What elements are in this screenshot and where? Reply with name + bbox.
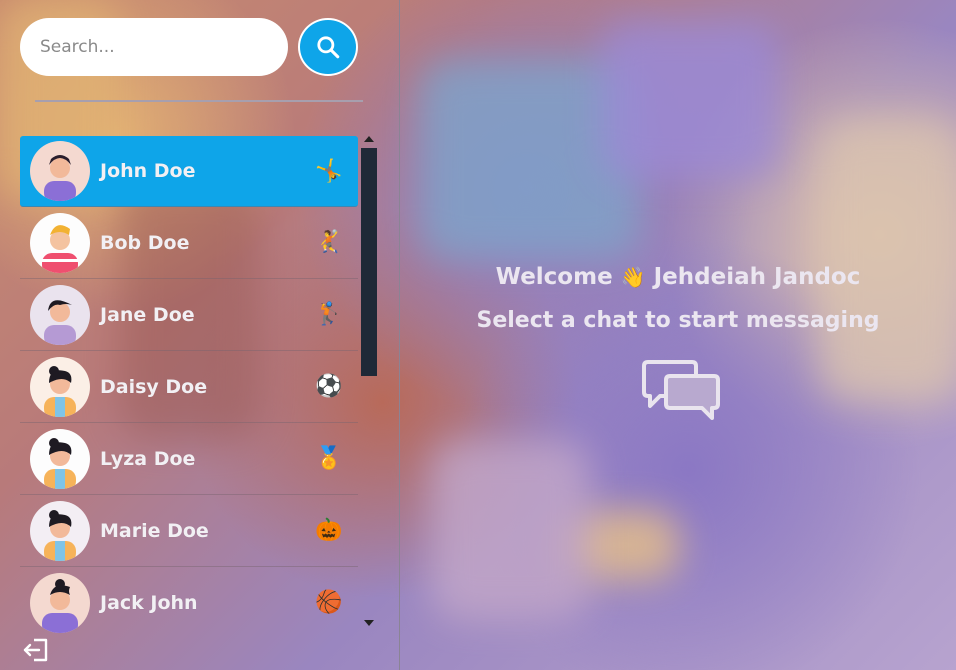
contact-name: Bob Doe xyxy=(100,231,190,254)
welcome-user-name: Jehdeiah Jandoc xyxy=(653,264,861,290)
scroll-down-arrow[interactable] xyxy=(364,620,374,626)
contact-name: Marie Doe xyxy=(100,519,209,542)
contact-list: John Doe 🤸 Bob Doe 🤾 Jane Doe 🏌 Daisy Do… xyxy=(20,136,358,636)
sidebar: John Doe 🤸 Bob Doe 🤾 xyxy=(0,0,399,670)
avatar xyxy=(30,284,90,345)
wave-emoji: 👋 xyxy=(620,265,646,289)
contact-name: Daisy Doe xyxy=(100,375,208,398)
contact-row[interactable]: Marie Doe 🎃 xyxy=(20,495,358,567)
contact-name: Jane Doe xyxy=(100,303,195,326)
search-button[interactable] xyxy=(298,18,358,76)
logout-button[interactable] xyxy=(22,636,50,664)
contact-name: Jack John xyxy=(100,591,198,614)
search-icon xyxy=(317,36,340,59)
avatar xyxy=(30,572,90,633)
contact-list-scrollbar[interactable] xyxy=(361,136,377,636)
scroll-thumb[interactable] xyxy=(361,148,377,376)
welcome-panel: Welcome 👋 Jehdeiah Jandoc Select a chat … xyxy=(400,260,956,336)
chat-bubbles-icon xyxy=(642,360,720,420)
logout-icon xyxy=(23,638,48,662)
welcome-heading: Welcome 👋 Jehdeiah Jandoc xyxy=(400,260,956,294)
contact-row[interactable]: Bob Doe 🤾 xyxy=(20,207,358,279)
background-blob xyxy=(600,20,780,180)
contact-row[interactable]: Jane Doe 🏌 xyxy=(20,279,358,351)
contact-row[interactable]: John Doe 🤸 xyxy=(20,136,358,207)
avatar xyxy=(30,212,90,273)
contact-name: John Doe xyxy=(100,160,196,182)
status-emoji: 🎃 xyxy=(315,518,343,543)
welcome-subtitle: Select a chat to start messaging xyxy=(476,308,880,333)
search-bar xyxy=(20,18,288,76)
welcome-greeting: Welcome xyxy=(495,264,613,290)
status-emoji: 🏌 xyxy=(315,302,343,327)
status-emoji: 🤸 xyxy=(315,158,343,184)
avatar xyxy=(30,428,90,489)
status-emoji: 🏅 xyxy=(315,446,343,471)
status-emoji: 🏀 xyxy=(315,590,343,615)
status-emoji: 🤾 xyxy=(315,230,343,255)
avatar xyxy=(30,141,90,201)
contact-row[interactable]: Jack John 🏀 xyxy=(20,567,358,636)
search-input[interactable] xyxy=(20,18,288,76)
contact-row[interactable]: Lyza Doe 🏅 xyxy=(20,423,358,495)
contact-name: Lyza Doe xyxy=(100,447,196,470)
avatar xyxy=(30,356,90,417)
avatar xyxy=(30,500,90,561)
background-blob xyxy=(430,440,590,620)
scroll-up-arrow[interactable] xyxy=(364,136,374,142)
contact-row[interactable]: Daisy Doe ⚽ xyxy=(20,351,358,423)
divider xyxy=(35,100,363,102)
status-emoji: ⚽ xyxy=(315,374,343,399)
